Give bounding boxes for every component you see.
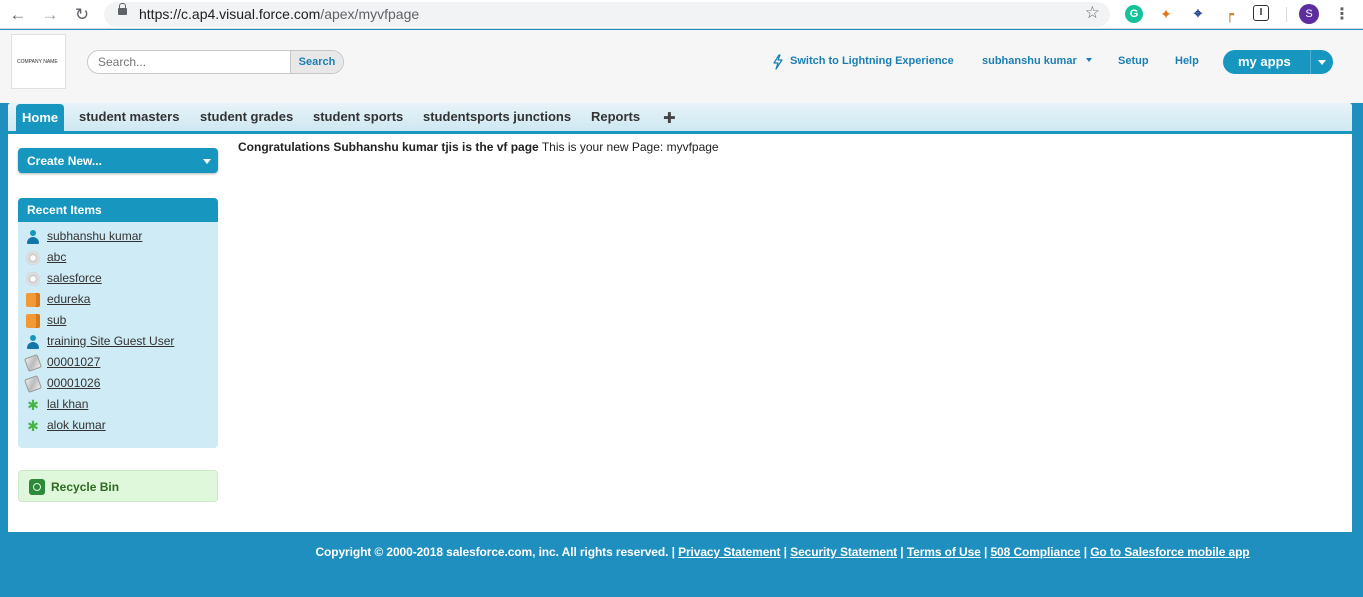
switch-to-lightning-link[interactable]: Switch to Lightning Experience — [790, 55, 954, 67]
create-new-label: Create New... — [27, 154, 102, 168]
user-menu[interactable]: subhanshu kumar — [982, 55, 1092, 67]
grid-extension-icon[interactable]: ⌖ — [1189, 5, 1207, 23]
tab-bar: Home student masters student grades stud… — [8, 103, 1352, 134]
bookmark-star-icon[interactable]: ☆ — [1085, 3, 1100, 23]
recent-items-title: Recent Items — [18, 198, 218, 222]
chevron-down-icon — [203, 159, 211, 164]
security-statement-link[interactable]: Security Statement — [790, 545, 897, 559]
recent-item-link[interactable]: lal khan — [47, 397, 88, 411]
list-item: salesforce — [18, 269, 218, 290]
page-message: Congratulations Subhanshu kumar tjis is … — [238, 140, 719, 154]
list-item: sub — [18, 311, 218, 332]
salesforce-header: COMPANY NAME Search Switch to Lightning … — [0, 30, 1363, 103]
list-item: ✱ alok kumar — [18, 416, 218, 437]
create-new-button[interactable]: Create New... — [18, 148, 218, 173]
list-item: edureka — [18, 290, 218, 311]
recent-item-link[interactable]: 00001026 — [47, 376, 100, 390]
recent-items-panel: Recent Items subhanshu kumar abc salesfo… — [18, 198, 218, 448]
reader-extension-icon[interactable]: I — [1253, 5, 1269, 21]
user-icon — [26, 335, 40, 349]
chevron-down-icon — [1085, 58, 1092, 62]
runner-icon: ✱ — [27, 418, 39, 434]
back-icon[interactable]: ← — [8, 5, 28, 25]
recent-item-link[interactable]: subhanshu kumar — [47, 229, 142, 243]
browser-menu-icon[interactable]: ⋮ — [1334, 4, 1350, 24]
privacy-statement-link[interactable]: Privacy Statement — [678, 545, 780, 559]
new-page-text: This is your new Page: myvfpage — [541, 140, 719, 154]
book-icon — [26, 293, 40, 307]
recent-item-link[interactable]: salesforce — [47, 271, 102, 285]
document-icon — [24, 375, 42, 393]
runner-icon: ✱ — [27, 397, 39, 413]
disc-icon — [26, 272, 40, 286]
list-item: 00001026 — [18, 374, 218, 395]
ruler-extension-icon[interactable]: ┍ — [1221, 5, 1239, 23]
recent-item-link[interactable]: alok kumar — [47, 418, 106, 432]
main-panel: Home student masters student grades stud… — [8, 103, 1352, 532]
list-item: training Site Guest User — [18, 332, 218, 353]
mobile-app-link[interactable]: Go to Salesforce mobile app — [1090, 545, 1249, 559]
tab-student-grades[interactable]: student grades — [194, 103, 299, 131]
list-item: abc — [18, 248, 218, 269]
company-logo[interactable]: COMPANY NAME — [11, 34, 66, 89]
tab-home[interactable]: Home — [16, 104, 65, 131]
list-item: 00001027 — [18, 353, 218, 374]
user-icon — [26, 230, 40, 244]
reload-icon[interactable]: ↻ — [72, 5, 92, 25]
list-item: ✱ lal khan — [18, 395, 218, 416]
list-item: subhanshu kumar — [18, 227, 218, 248]
search-input[interactable] — [88, 51, 291, 73]
lightning-bolt-icon — [773, 54, 783, 70]
logo-text: COMPANY NAME — [17, 59, 58, 65]
tab-student-sports[interactable]: student sports — [307, 103, 409, 131]
recent-items-list: subhanshu kumar abc salesforce edureka s… — [18, 222, 218, 437]
search-box: Search — [87, 50, 344, 74]
profile-avatar[interactable]: S — [1299, 4, 1319, 24]
document-icon — [24, 354, 42, 372]
recent-item-link[interactable]: edureka — [47, 292, 90, 306]
recycle-bin-link[interactable]: Recycle Bin — [18, 470, 218, 502]
address-bar[interactable]: https://c.ap4.visual.force.com/apex/myvf… — [104, 2, 1110, 27]
copyright-text: Copyright © 2000-2018 salesforce.com, in… — [315, 545, 675, 559]
setup-link[interactable]: Setup — [1118, 55, 1149, 67]
forward-icon[interactable]: → — [40, 5, 60, 25]
recent-item-link[interactable]: 00001027 — [47, 355, 100, 369]
all-tabs-plus-icon[interactable]: ✚ — [663, 109, 676, 127]
recent-item-link[interactable]: training Site Guest User — [47, 334, 174, 348]
app-menu-button[interactable]: my apps — [1223, 50, 1333, 74]
toolbar-divider — [1286, 7, 1287, 22]
book-icon — [26, 314, 40, 328]
user-menu-label: subhanshu kumar — [982, 55, 1077, 67]
browser-toolbar: ← → ↻ https://c.ap4.visual.force.com/ape… — [0, 0, 1363, 29]
congratulations-text: Congratulations Subhanshu kumar tjis is … — [238, 140, 539, 154]
recent-item-link[interactable]: sub — [47, 313, 66, 327]
metamask-icon[interactable]: ✦ — [1157, 5, 1175, 23]
tab-reports[interactable]: Reports — [585, 103, 646, 131]
search-button[interactable]: Search — [290, 51, 343, 73]
app-menu-label: my apps — [1238, 54, 1291, 69]
help-link[interactable]: Help — [1175, 55, 1199, 67]
terms-of-use-link[interactable]: Terms of Use — [907, 545, 981, 559]
grammarly-icon[interactable]: G — [1125, 5, 1143, 23]
page-footer: Copyright © 2000-2018 salesforce.com, in… — [315, 545, 1250, 559]
508-compliance-link[interactable]: 508 Compliance — [990, 545, 1080, 559]
recycle-bin-icon — [29, 479, 45, 495]
recycle-bin-label: Recycle Bin — [51, 480, 120, 494]
app-menu-divider — [1310, 50, 1311, 74]
recent-item-link[interactable]: abc — [47, 250, 66, 264]
tab-studentsports-junctions[interactable]: studentsports junctions — [417, 103, 577, 131]
disc-icon — [26, 251, 40, 265]
tab-student-masters[interactable]: student masters — [73, 103, 185, 131]
url-text: https://c.ap4.visual.force.com/apex/myvf… — [139, 6, 420, 22]
chevron-down-icon[interactable] — [1318, 60, 1326, 65]
lock-icon — [118, 3, 127, 15]
